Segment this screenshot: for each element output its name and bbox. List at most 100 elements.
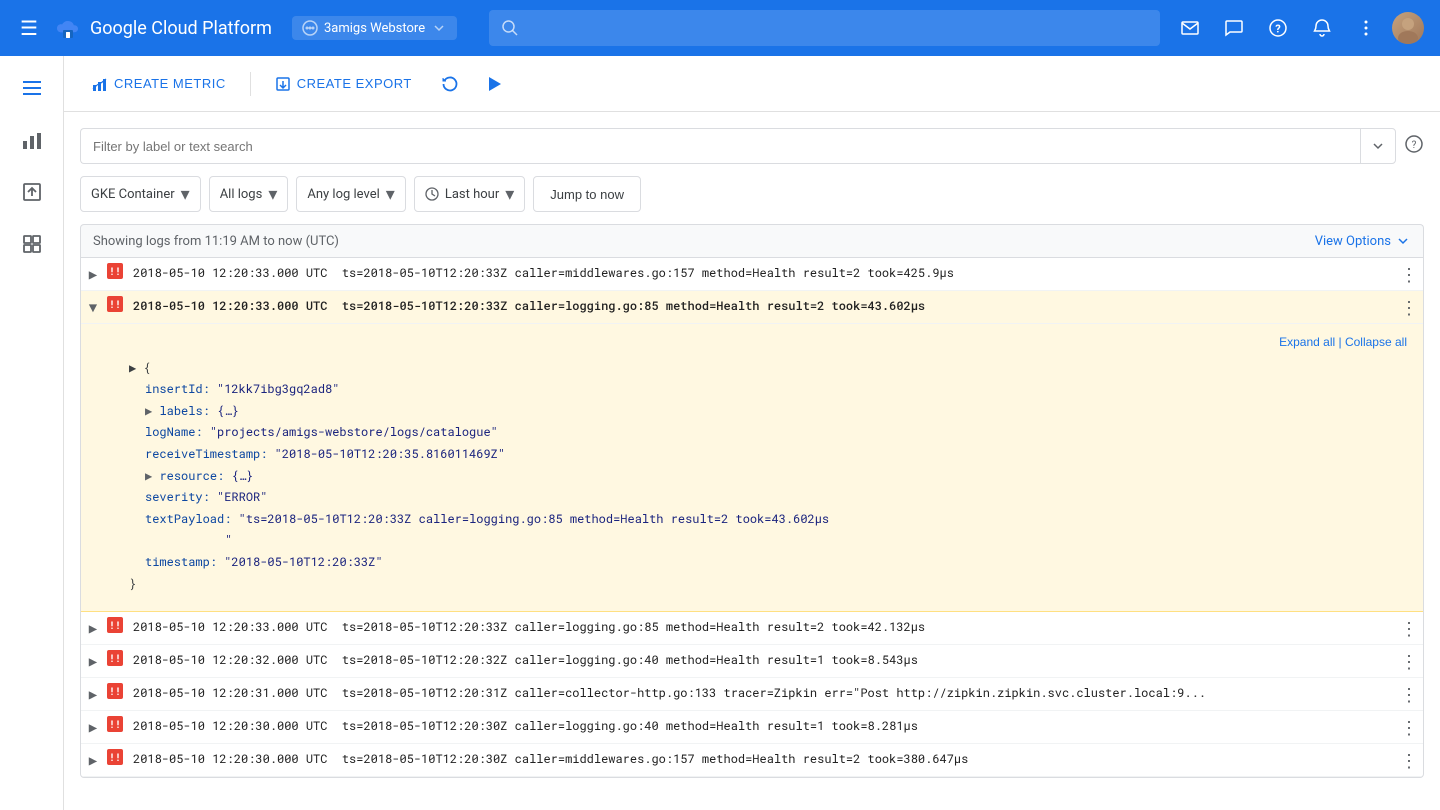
table-row: ▶ !! 2018-05-10 12:20:32.000 UTC ts=2018…: [81, 645, 1423, 678]
help-icon-btn[interactable]: ?: [1260, 10, 1296, 46]
log-text-3: 2018-05-10 12:20:33.000 UTC ts=2018-05-1…: [125, 612, 1395, 642]
more-icon-btn[interactable]: [1348, 10, 1384, 46]
project-name: 3amigs Webstore: [324, 21, 425, 36]
log-menu-btn-3[interactable]: ⋮: [1395, 612, 1423, 644]
resource-value: GKE Container: [91, 187, 175, 202]
log-expand-btn-1[interactable]: ▶: [81, 258, 105, 289]
log-text-4: 2018-05-10 12:20:32.000 UTC ts=2018-05-1…: [125, 645, 1395, 675]
project-selector[interactable]: 3amigs Webstore: [292, 16, 457, 40]
log-expand-btn-5[interactable]: ▶: [81, 678, 105, 709]
play-button[interactable]: [476, 66, 512, 102]
chevron-down-icon: [1370, 138, 1386, 154]
showing-logs-text: Showing logs from 11:19 AM to now (UTC): [93, 234, 339, 249]
textpayload-label: textPayload:: [145, 511, 239, 527]
labels-expand-toggle[interactable]: ▶: [145, 401, 152, 423]
refresh-button[interactable]: [432, 66, 468, 102]
log-menu-btn-4[interactable]: ⋮: [1395, 645, 1423, 677]
notifications-icon-btn[interactable]: [1304, 10, 1340, 46]
log-menu-btn-1[interactable]: ⋮: [1395, 258, 1423, 290]
log-expand-btn-3[interactable]: ▶: [81, 612, 105, 643]
log-expand-btn-4[interactable]: ▶: [81, 645, 105, 676]
sidebar-item-upload[interactable]: [8, 168, 56, 216]
table-row: ▶ !! 2018-05-10 12:20:30.000 UTC ts=2018…: [81, 744, 1423, 777]
logs-info-bar: Showing logs from 11:19 AM to now (UTC) …: [80, 224, 1424, 257]
expand-actions: Expand all | Collapse all: [129, 332, 1407, 358]
log-severity-3: !!: [105, 612, 125, 638]
expand-all-link[interactable]: Expand all: [1279, 335, 1335, 349]
log-menu-btn-5[interactable]: ⋮: [1395, 678, 1423, 710]
chat-icon-btn[interactable]: [1216, 10, 1252, 46]
filter-dropdown-btn[interactable]: [1360, 128, 1396, 164]
clock-icon: [425, 187, 439, 201]
svg-text:?: ?: [1412, 140, 1417, 151]
log-text-7: 2018-05-10 12:20:30.000 UTC ts=2018-05-1…: [125, 744, 1395, 774]
time-dropdown[interactable]: Last hour ▾: [414, 176, 525, 212]
filter-help-icon[interactable]: ?: [1404, 134, 1424, 159]
textpayload-cont: ": [225, 532, 232, 548]
search-input[interactable]: [519, 20, 1148, 36]
search-bar[interactable]: [489, 10, 1160, 46]
log-menu-btn-7[interactable]: ⋮: [1395, 744, 1423, 776]
refresh-icon: [440, 74, 460, 94]
cloud-logo-icon: [54, 17, 82, 39]
insert-id-label: insertId:: [145, 381, 210, 397]
resource-label: resource:: [159, 468, 231, 484]
help-icon: ?: [1268, 18, 1288, 38]
log-severity-7: !!: [105, 744, 125, 770]
sidebar-item-chart[interactable]: [8, 116, 56, 164]
sidebar-item-resources[interactable]: [8, 220, 56, 268]
log-severity-1: !!: [105, 258, 125, 284]
timestamp-value: "2018-05-10T12:20:33Z": [224, 554, 382, 570]
app-title: Google Cloud Platform: [90, 18, 272, 39]
error-badge: !!: [107, 749, 123, 765]
log-severity-4: !!: [105, 645, 125, 671]
resource-value-detail: {…}: [231, 468, 253, 484]
log-menu-btn-6[interactable]: ⋮: [1395, 711, 1423, 743]
severity-label: severity:: [145, 489, 217, 505]
table-row: ▶ !! 2018-05-10 12:20:31.000 UTC ts=2018…: [81, 678, 1423, 711]
email-icon: [1180, 18, 1200, 38]
detail-close-brace: }: [129, 574, 1407, 596]
app-logo: Google Cloud Platform: [54, 17, 272, 39]
resource-arrow-icon: ▾: [181, 184, 190, 205]
sidebar-item-menu[interactable]: [8, 64, 56, 112]
dropdowns-row: GKE Container ▾ All logs ▾ Any log level…: [80, 176, 1424, 212]
hamburger-menu[interactable]: ☰: [16, 12, 42, 44]
collapse-all-link[interactable]: Collapse all: [1345, 335, 1407, 349]
log-severity-2: !!: [105, 291, 125, 317]
loglevel-value: Any log level: [307, 187, 379, 202]
email-icon-btn[interactable]: [1172, 10, 1208, 46]
insert-id-value: "12kk7ibg3gq2ad8": [217, 381, 339, 397]
error-badge: !!: [107, 650, 123, 666]
export-icon: [275, 76, 291, 92]
filter-input-wrap[interactable]: [80, 128, 1360, 164]
toolbar-divider: [250, 72, 251, 96]
user-avatar[interactable]: [1392, 12, 1424, 44]
labels-label: labels:: [159, 403, 217, 419]
log-text-2: 2018-05-10 12:20:33.000 UTC ts=2018-05-1…: [125, 291, 1395, 321]
log-severity-5: !!: [105, 678, 125, 704]
loglevel-dropdown[interactable]: Any log level ▾: [296, 176, 405, 212]
logs-dropdown[interactable]: All logs ▾: [209, 176, 289, 212]
view-options-button[interactable]: View Options: [1315, 233, 1411, 249]
resource-dropdown[interactable]: GKE Container ▾: [80, 176, 201, 212]
create-metric-button[interactable]: CREATE METRIC: [80, 68, 238, 100]
log-expand-btn-7[interactable]: ▶: [81, 744, 105, 775]
log-text-1: 2018-05-10 12:20:33.000 UTC ts=2018-05-1…: [125, 258, 1395, 288]
create-export-button[interactable]: CREATE EXPORT: [263, 68, 424, 100]
avatar-image: [1392, 12, 1424, 44]
sidebar: [0, 56, 64, 810]
resource-expand-toggle[interactable]: ▶: [145, 466, 152, 488]
jump-to-now-button[interactable]: Jump to now: [533, 176, 641, 212]
log-expand-btn-2[interactable]: ▼: [81, 291, 105, 323]
receivets-label: receiveTimestamp:: [145, 446, 275, 462]
project-icon: [302, 20, 318, 36]
search-icon: [501, 19, 519, 37]
loglevel-arrow-icon: ▾: [386, 184, 395, 205]
error-badge: !!: [107, 263, 123, 279]
svg-text:?: ?: [1275, 23, 1281, 36]
error-badge: !!: [107, 617, 123, 633]
filter-input[interactable]: [93, 139, 1348, 154]
log-expand-btn-6[interactable]: ▶: [81, 711, 105, 742]
log-menu-btn-2[interactable]: ⋮: [1395, 291, 1423, 323]
